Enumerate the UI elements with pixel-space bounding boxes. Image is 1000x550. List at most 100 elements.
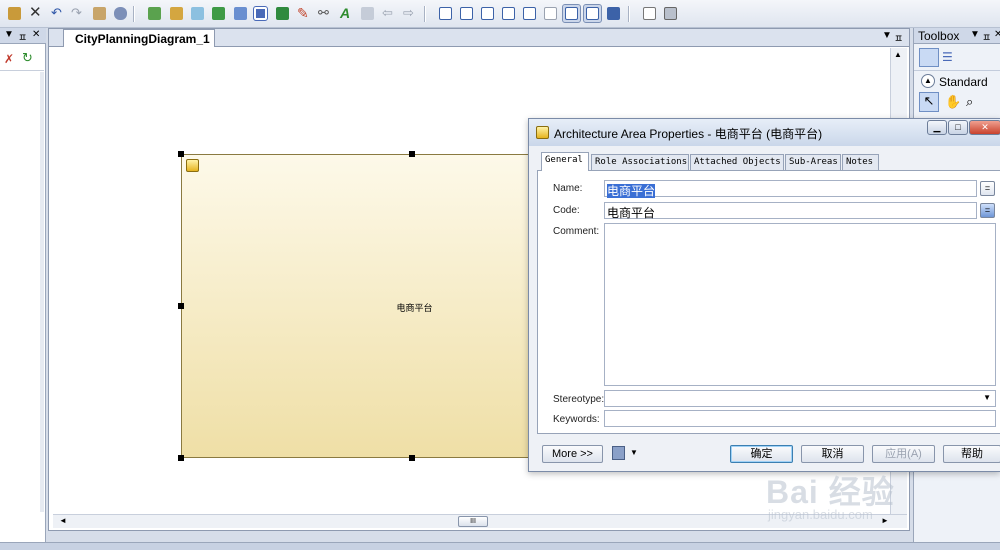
view8-icon[interactable]	[583, 4, 602, 23]
keywords-field[interactable]	[604, 410, 996, 427]
view6-icon[interactable]	[542, 5, 559, 22]
stereotype-select[interactable]: ▼	[604, 390, 996, 407]
architecture-area-symbol[interactable]: 电商平台	[178, 151, 543, 461]
document-tab-strip: CityPlanningDiagram_1 ▼ ㅍ ✕	[49, 29, 909, 47]
close-button[interactable]: ✕	[969, 120, 1000, 135]
name-equal-button[interactable]: =	[980, 181, 995, 196]
view9-icon[interactable]	[605, 5, 622, 22]
toolbox-menu-icon[interactable]: ▼	[970, 29, 980, 40]
redo-icon[interactable]: ↷	[69, 5, 86, 22]
dialog-title-bar[interactable]: Architecture Area Properties - 电商平台 (电商平…	[529, 119, 1000, 146]
link-icon[interactable]: ⚯	[316, 5, 333, 22]
ok-button[interactable]: 确定	[730, 445, 793, 463]
check-icon[interactable]	[232, 5, 249, 22]
paste-icon[interactable]	[6, 5, 23, 22]
scroll-right-icon[interactable]: ►	[881, 516, 889, 525]
browser-panel: ▼ ㅍ ✕ ✗ ↻	[0, 28, 46, 542]
undo-icon[interactable]: ↶	[49, 5, 66, 22]
refresh-icon[interactable]	[210, 5, 227, 22]
properties-icon[interactable]	[91, 5, 108, 22]
brush-icon[interactable]: ✎	[295, 5, 312, 22]
architecture-area-icon	[536, 126, 549, 139]
model-icon[interactable]	[112, 5, 129, 22]
tab-notes[interactable]: Notes	[842, 154, 879, 170]
tab-general[interactable]: General	[541, 152, 589, 171]
resize-handle[interactable]	[178, 303, 184, 309]
tab-attached-objects[interactable]: Attached Objects	[690, 154, 784, 170]
grid-view-icon[interactable]	[919, 48, 939, 67]
zoom-tool-icon[interactable]: ⌕	[966, 94, 973, 110]
tab-menu-icon[interactable]: ▼	[882, 30, 892, 41]
code-equal-button[interactable]: =	[980, 203, 995, 218]
arrange-icon[interactable]	[359, 5, 376, 22]
stereotype-label: Stereotype:	[553, 394, 605, 405]
tab-pin-icon[interactable]: ㅍ	[894, 30, 903, 45]
scroll-left-icon[interactable]: ◄	[59, 516, 67, 525]
architecture-area-icon	[186, 159, 199, 172]
more-button[interactable]: More >>	[542, 445, 603, 463]
window-icon[interactable]	[252, 5, 269, 22]
code-value: 电商平台	[607, 206, 656, 220]
chevron-down-icon: ▼	[983, 393, 991, 402]
maximize-button[interactable]: □	[948, 120, 968, 135]
menu-icon[interactable]	[612, 446, 625, 460]
refresh-icon[interactable]: ↻	[22, 50, 33, 66]
table-icon[interactable]	[274, 5, 291, 22]
resize-handle[interactable]	[178, 151, 184, 157]
tab-role-associations[interactable]: Role Associations	[591, 154, 689, 170]
view3-icon[interactable]	[479, 5, 496, 22]
print-preview-icon[interactable]	[641, 5, 658, 22]
resize-handle[interactable]	[178, 455, 184, 461]
toolbox-title: Toolbox	[918, 29, 960, 43]
view2-icon[interactable]	[458, 5, 475, 22]
delete-icon[interactable]: ✕	[27, 4, 44, 22]
grabber-tool-icon[interactable]: ✋	[945, 94, 961, 110]
minimize-button[interactable]: ▁	[927, 120, 947, 135]
panel-pin-icon[interactable]: ㅍ	[18, 29, 27, 44]
resize-handle[interactable]	[409, 455, 415, 461]
name-value: 电商平台	[607, 184, 656, 198]
code-label: Code:	[553, 205, 580, 216]
find-icon[interactable]	[189, 5, 206, 22]
horizontal-scrollbar[interactable]: ◄ III ►	[53, 514, 907, 528]
tab-sub-areas[interactable]: Sub-Areas	[785, 154, 841, 170]
toolbox-section-standard[interactable]: Standard	[939, 75, 988, 89]
print-icon[interactable]	[662, 5, 679, 22]
general-tab-page: Name: 电商平台 = Code: 电商平台 = Comment: Stere…	[537, 170, 1000, 434]
package-lock-icon[interactable]	[168, 5, 185, 22]
output-panel-strip	[0, 542, 1000, 550]
help-button[interactable]: 帮助	[943, 445, 1000, 463]
new-package-icon[interactable]	[146, 5, 163, 22]
browser-panel-header: ▼ ㅍ ✕	[0, 28, 46, 44]
keywords-label: Keywords:	[553, 414, 600, 425]
pointer-tool-icon[interactable]: ↖	[919, 92, 939, 112]
back-icon[interactable]: ⇦	[380, 5, 397, 22]
text-color-icon[interactable]: A	[338, 5, 355, 22]
resize-handle[interactable]	[409, 151, 415, 157]
toolbox-pin-icon[interactable]: ㅍ	[982, 29, 991, 44]
comment-label: Comment:	[553, 226, 600, 237]
main-toolbar: ✕ ↶ ↷ ✎ ⚯ A ⇦ ⇨	[0, 0, 1000, 28]
filter-icon[interactable]: ✗	[4, 52, 14, 66]
forward-icon[interactable]: ⇨	[401, 5, 418, 22]
toolbox-header: Toolbox ▼ ㅍ ✕	[914, 28, 1000, 44]
view4-icon[interactable]	[500, 5, 517, 22]
name-field[interactable]: 电商平台	[604, 180, 977, 198]
comment-textarea[interactable]	[604, 223, 996, 386]
scroll-up-icon[interactable]: ▲	[894, 50, 902, 59]
view5-icon[interactable]	[521, 5, 538, 22]
scroll-thumb[interactable]: III	[458, 516, 488, 527]
collapse-section-icon[interactable]: ▲	[921, 74, 935, 88]
code-field[interactable]: 电商平台	[604, 202, 977, 220]
dialog-title: Architecture Area Properties - 电商平台 (电商平…	[554, 127, 823, 141]
view1-icon[interactable]	[437, 5, 454, 22]
list-view-icon[interactable]: ☰	[942, 50, 953, 64]
cancel-button[interactable]: 取消	[801, 445, 864, 463]
panel-menu-icon[interactable]: ▼	[4, 29, 14, 40]
view7-icon[interactable]	[562, 4, 581, 23]
panel-close-icon[interactable]: ✕	[32, 29, 40, 40]
toolbox-close-icon[interactable]: ✕	[994, 29, 1000, 40]
chevron-down-icon[interactable]: ▼	[630, 448, 638, 457]
apply-button[interactable]: 应用(A)	[872, 445, 935, 463]
tab-city-planning-diagram[interactable]: CityPlanningDiagram_1	[63, 29, 215, 47]
